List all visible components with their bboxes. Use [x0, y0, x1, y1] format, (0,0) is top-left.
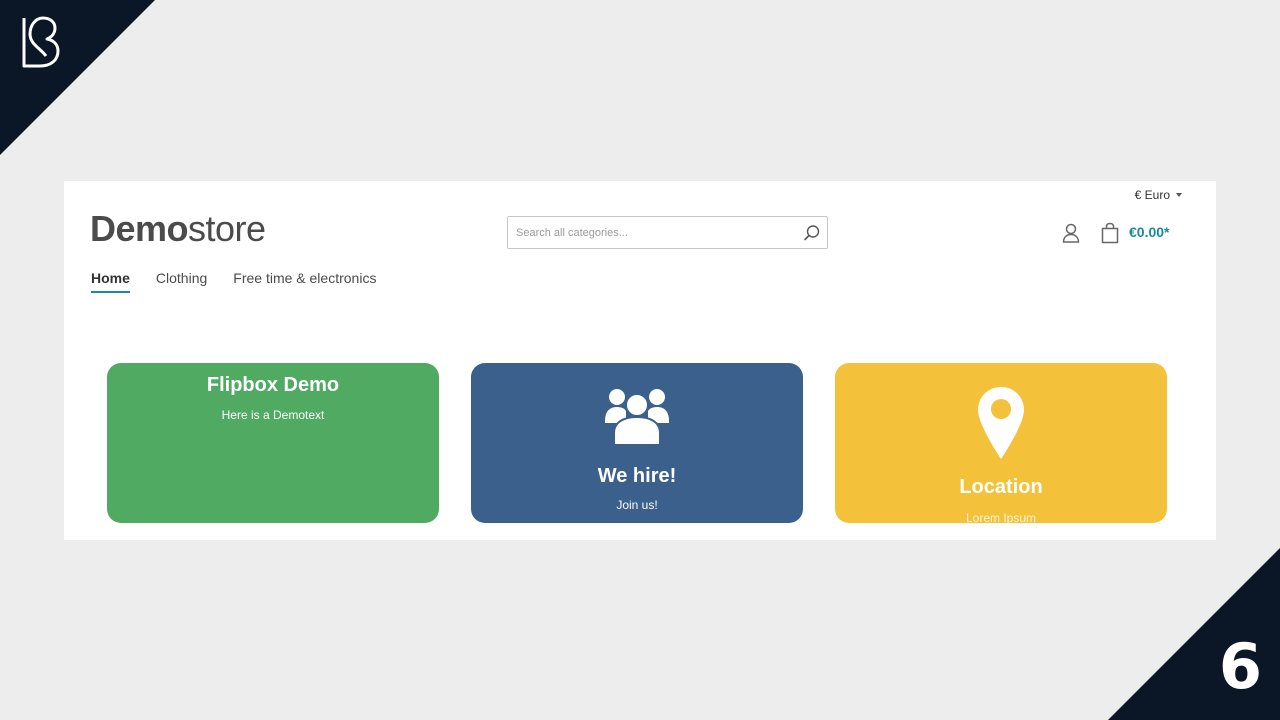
brand-bold: Demo: [90, 208, 189, 249]
card-title: Location: [959, 476, 1043, 498]
map-pin-icon: [978, 387, 1024, 459]
badge-number: 6: [1218, 630, 1262, 703]
card-text: Lorem Ipsum: [965, 511, 1037, 523]
nav-item-home[interactable]: Home: [91, 270, 130, 293]
store-preview: € Euro Demostore €0.00* Home Clothing Fr…: [64, 181, 1216, 540]
currency-dropdown[interactable]: € Euro: [1135, 188, 1182, 202]
flipbox-card-location[interactable]: Location Lorem Ipsum: [835, 363, 1167, 523]
flipbox-card-hire[interactable]: We hire! Join us!: [471, 363, 803, 523]
card-title: Flipbox Demo: [206, 374, 340, 396]
currency-label: € Euro: [1134, 188, 1170, 202]
search-input[interactable]: [508, 217, 797, 248]
b-logo-icon: [22, 16, 60, 68]
user-icon[interactable]: [1061, 222, 1081, 244]
store-logo[interactable]: Demostore: [90, 208, 266, 250]
card-text: Here is a Demotext: [221, 408, 325, 422]
main-navigation: Home Clothing Free time & electronics: [91, 270, 376, 293]
search-bar: [507, 216, 828, 249]
card-title: We hire!: [597, 465, 677, 487]
brand-light: store: [188, 208, 266, 249]
users-icon: [605, 389, 669, 446]
nav-item-free-time-electronics[interactable]: Free time & electronics: [233, 270, 376, 293]
card-text: Join us!: [616, 498, 658, 512]
shopping-bag-icon[interactable]: [1100, 222, 1120, 244]
nav-item-clothing[interactable]: Clothing: [156, 270, 207, 293]
flipbox-card-demo[interactable]: Flipbox Demo Here is a Demotext: [107, 363, 439, 523]
search-icon[interactable]: [797, 218, 827, 248]
chevron-down-icon: [1176, 193, 1182, 197]
cart-total[interactable]: €0.00*: [1129, 224, 1169, 240]
